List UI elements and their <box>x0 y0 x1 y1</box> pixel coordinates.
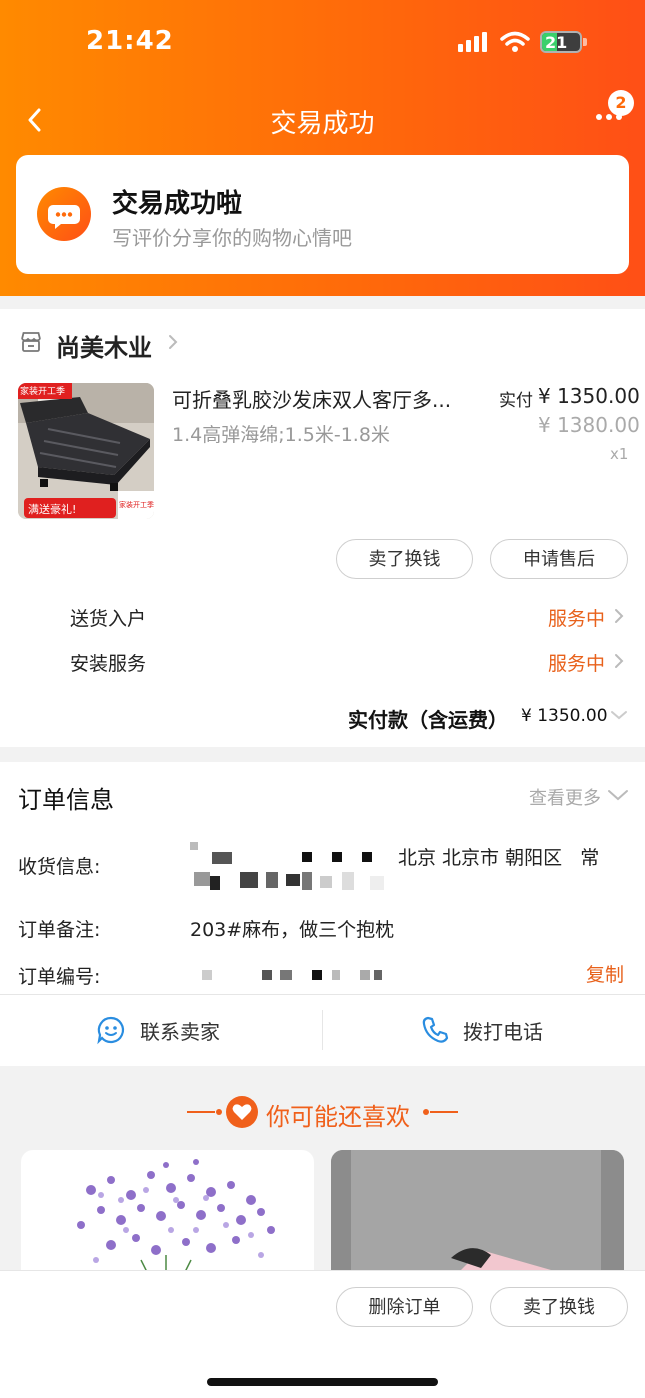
contact-seller-button[interactable]: 联系卖家 <box>96 1015 326 1047</box>
image-badge-bottom: 满送豪礼! <box>28 503 77 516</box>
shop-icon <box>21 332 41 352</box>
contact-seller-label: 联系卖家 <box>140 1020 220 1044</box>
redacted-receiver-info <box>190 842 400 894</box>
shop-name[interactable]: 尚美木业 <box>56 328 152 363</box>
order-card <box>0 309 645 747</box>
sell-button[interactable]: 卖了换钱 <box>336 539 473 579</box>
product-quantity: x1 <box>610 445 629 463</box>
chevron-right-icon[interactable] <box>166 333 180 351</box>
chevron-right-icon[interactable] <box>612 606 626 626</box>
status-time: 21:42 <box>86 26 174 56</box>
after-sale-button[interactable]: 申请售后 <box>490 539 628 579</box>
success-subtitle: 写评价分享你的购物心情吧 <box>112 226 352 250</box>
phone-icon <box>422 1016 449 1043</box>
service-status-delivery[interactable]: 服务中 <box>548 604 605 631</box>
success-title: 交易成功啦 <box>112 189 243 219</box>
service-label-install: 安装服务 <box>70 653 147 675</box>
title-arrow-left <box>187 1109 222 1115</box>
paid-price: ¥ 1350.00 <box>538 384 640 408</box>
notification-badge: 2 <box>608 90 634 116</box>
call-phone-button[interactable]: 拨打电话 <box>420 1015 600 1047</box>
signal-icon <box>458 32 487 52</box>
note-label: 订单备注: <box>18 919 101 941</box>
redacted-order-number <box>200 964 400 984</box>
product-image[interactable]: 家装开工季 满送豪礼! 家装开工季 <box>18 383 154 519</box>
note-value: 203#麻布，做三个抱枕 <box>190 919 395 941</box>
recommend-title: 你可能还喜欢 <box>266 1103 410 1131</box>
total-label: 实付款（含运费） <box>348 708 508 732</box>
chat-bubble-icon <box>37 187 91 241</box>
order-info-title: 订单信息 <box>18 786 114 814</box>
product-title[interactable]: 可折叠乳胶沙发床双人客厅多... <box>172 384 472 413</box>
total-value: ¥ 1350.00 <box>521 706 608 726</box>
heart-icon <box>226 1096 258 1128</box>
divider <box>0 994 645 995</box>
copy-button[interactable]: 复制 <box>586 960 624 987</box>
call-phone-label: 拨打电话 <box>463 1020 543 1044</box>
original-price: ¥ 1380.00 <box>538 413 640 437</box>
sell-button-bottom[interactable]: 卖了换钱 <box>490 1287 628 1327</box>
wifi-icon <box>500 31 530 52</box>
receiver-label: 收货信息: <box>18 856 101 878</box>
chevron-right-icon[interactable] <box>612 651 626 671</box>
order-number-label: 订单编号: <box>18 966 101 988</box>
success-card[interactable] <box>16 155 629 274</box>
battery-tip <box>583 38 587 46</box>
battery-level: 21 <box>545 33 568 52</box>
product-spec: 1.4高弹海绵;1.5米-1.8米 <box>172 424 390 446</box>
paid-label: 实付 <box>499 391 533 411</box>
receiver-address: 北京 北京市 朝阳区 常 <box>398 847 600 869</box>
image-badge-top: 家装开工季 <box>20 387 66 397</box>
home-indicator[interactable] <box>207 1378 438 1386</box>
service-status-install[interactable]: 服务中 <box>548 649 605 676</box>
title-arrow-right <box>423 1109 458 1115</box>
see-more-link[interactable]: 查看更多 <box>529 784 601 810</box>
seller-chat-icon <box>97 1016 125 1045</box>
service-label-delivery: 送货入户 <box>70 608 147 630</box>
image-badge-corner: 家装开工季 <box>119 501 154 509</box>
delete-order-button[interactable]: 删除订单 <box>336 1287 473 1327</box>
page-title: 交易成功 <box>270 109 375 139</box>
chevron-down-icon[interactable] <box>610 709 628 721</box>
battery-icon: 21 <box>540 31 582 53</box>
chevron-down-icon[interactable] <box>607 787 629 803</box>
